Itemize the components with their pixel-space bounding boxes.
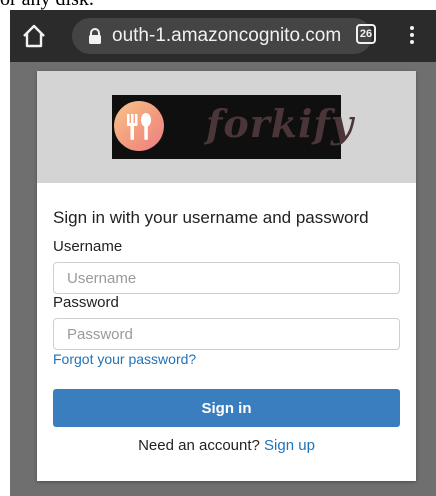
signup-prompt-text: Need an account? [138, 437, 260, 454]
signup-link[interactable]: Sign up [264, 437, 315, 454]
password-label: Password [53, 294, 119, 311]
url-text: outh-1.amazoncognito.com [112, 25, 342, 46]
password-field[interactable] [53, 318, 400, 350]
username-field[interactable] [53, 262, 400, 294]
forkify-logo: forkify [112, 95, 353, 159]
overflow-menu-icon[interactable] [406, 24, 418, 48]
form-heading: Sign in with your username and password [53, 208, 369, 227]
tab-count-button[interactable]: 26 [356, 24, 376, 44]
card-header: forkify [37, 71, 416, 183]
signup-prompt: Need an account? Sign up [37, 437, 416, 454]
username-input[interactable] [54, 263, 399, 293]
address-bar[interactable]: outh-1.amazoncognito.com [72, 18, 372, 54]
lock-icon [86, 27, 104, 45]
username-label: Username [53, 238, 123, 255]
home-icon[interactable] [20, 22, 48, 50]
forgot-password-link[interactable]: Forgot your password? [53, 351, 196, 367]
password-input[interactable] [54, 319, 399, 349]
browser-toolbar: outh-1.amazoncognito.com 26 [10, 10, 436, 62]
logo-wordmark: forkify [206, 101, 354, 146]
signin-card: forkify Sign in with your username and p… [37, 71, 416, 481]
fork-spoon-icon [114, 101, 164, 151]
signin-button[interactable]: Sign in [53, 389, 400, 427]
cropped-caption-text: or any disk. [0, 0, 120, 10]
